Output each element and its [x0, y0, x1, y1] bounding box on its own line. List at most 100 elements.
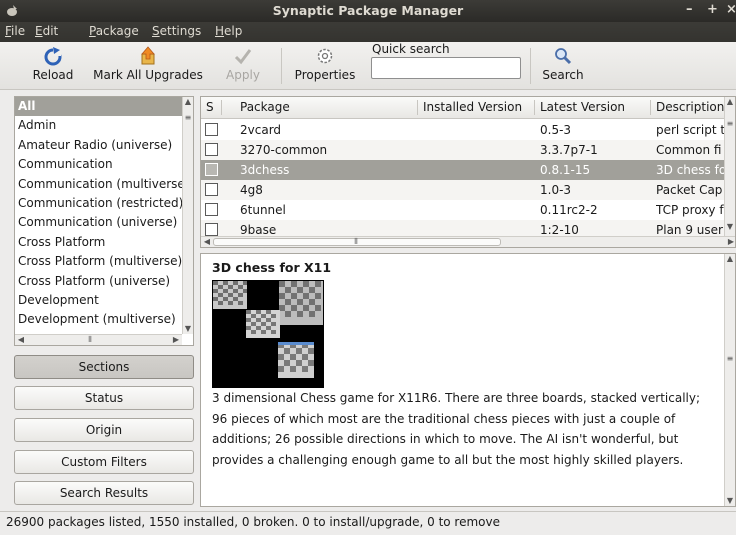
- package-row[interactable]: 2vcard 0.5-3 perl script t: [201, 120, 726, 140]
- sections-vertical-scrollbar[interactable]: ▲ ≡ ▼: [182, 97, 193, 334]
- toolbar-separator: [281, 48, 282, 84]
- column-header-description[interactable]: Description: [656, 100, 724, 114]
- column-separator: [534, 100, 535, 115]
- menu-package[interactable]: Package: [89, 24, 139, 38]
- menu-help[interactable]: Help: [215, 24, 242, 38]
- description-text: 3 dimensional Chess game for X11R6. Ther…: [212, 391, 701, 467]
- toolbar-separator: [530, 48, 531, 84]
- mark-all-upgrades-button[interactable]: Mark All Upgrades: [92, 44, 204, 88]
- upgrade-icon: [141, 46, 155, 65]
- package-description: 3D chess fo: [656, 163, 726, 177]
- scroll-down-arrow-icon[interactable]: ▼: [725, 496, 735, 506]
- scrollbar-grip-icon[interactable]: ≡: [183, 113, 193, 123]
- status-bar: 26900 packages listed, 1550 installed, 0…: [0, 511, 736, 535]
- scroll-right-arrow-icon[interactable]: ▶: [171, 335, 181, 345]
- filter-origin-button[interactable]: Origin: [14, 418, 194, 442]
- apply-button[interactable]: Apply: [222, 44, 264, 88]
- section-item[interactable]: All: [15, 97, 193, 117]
- package-checkbox[interactable]: [205, 183, 218, 196]
- column-header-installed-version[interactable]: Installed Version: [423, 100, 522, 114]
- section-item[interactable]: Communication: [15, 155, 193, 174]
- quick-search-input[interactable]: [371, 57, 521, 79]
- description-vertical-scrollbar[interactable]: ▲ ≡ ▼: [724, 254, 735, 506]
- scroll-up-arrow-icon[interactable]: ▲: [725, 97, 735, 107]
- scroll-down-arrow-icon[interactable]: ▼: [725, 222, 735, 232]
- filter-status-button[interactable]: Status: [14, 386, 194, 410]
- package-name: 3270-common: [240, 143, 328, 157]
- latest-version: 1:2-10: [540, 223, 579, 236]
- menu-bar: File Edit Package Settings Help: [0, 22, 736, 42]
- package-checkbox[interactable]: [205, 163, 218, 176]
- package-description: Packet Cap: [656, 183, 723, 197]
- menu-edit[interactable]: Edit: [35, 24, 58, 38]
- package-checkbox[interactable]: [205, 203, 218, 216]
- package-table-vertical-scrollbar[interactable]: ▲ ≡ ▼: [724, 97, 735, 236]
- gear-icon: [317, 48, 333, 64]
- search-button[interactable]: Search: [540, 44, 586, 88]
- chessboard-top: [213, 281, 247, 309]
- scroll-left-arrow-icon[interactable]: ◀: [16, 335, 26, 345]
- filter-custom-filters-button[interactable]: Custom Filters: [14, 450, 194, 474]
- column-header-latest-version[interactable]: Latest Version: [540, 100, 625, 114]
- menu-file[interactable]: File: [5, 24, 25, 38]
- package-description: TCP proxy f: [656, 203, 724, 217]
- package-name: 2vcard: [240, 123, 282, 137]
- package-row[interactable]: 3dchess 0.8.1-15 3D chess fo: [201, 160, 726, 180]
- sections-list[interactable]: All Admin Amateur Radio (universe) Commu…: [14, 96, 194, 346]
- section-item[interactable]: Cross Platform: [15, 233, 193, 252]
- package-description: Plan 9 user: [656, 223, 723, 236]
- quick-search-label: Quick search: [372, 42, 450, 56]
- latest-version: 3.3.7p7-1: [540, 143, 598, 157]
- scroll-up-arrow-icon[interactable]: ▲: [725, 254, 735, 264]
- package-table-horizontal-scrollbar[interactable]: ◀ ⦀ ▶: [201, 236, 735, 247]
- section-item[interactable]: Communication (restricted): [15, 194, 193, 213]
- filter-search-results-button[interactable]: Search Results: [14, 481, 194, 505]
- properties-button[interactable]: Properties: [293, 44, 357, 88]
- package-checkbox[interactable]: [205, 123, 218, 136]
- latest-version: 1.0-3: [540, 183, 572, 197]
- filter-sections-button[interactable]: Sections: [14, 355, 194, 379]
- section-item[interactable]: Cross Platform (multiverse): [15, 252, 193, 271]
- close-button[interactable]: ×: [726, 2, 736, 17]
- maximize-button[interactable]: +: [707, 2, 718, 17]
- scrollbar-grip-icon[interactable]: ≡: [725, 354, 735, 364]
- chessboard-bottom: [278, 342, 314, 378]
- scroll-right-arrow-icon[interactable]: ▶: [726, 237, 735, 247]
- section-item[interactable]: Amateur Radio (universe): [15, 136, 193, 155]
- minimize-button[interactable]: –: [686, 2, 693, 17]
- package-checkbox[interactable]: [205, 143, 218, 156]
- section-item[interactable]: Admin: [15, 116, 193, 135]
- package-row[interactable]: 9base 1:2-10 Plan 9 user: [201, 220, 726, 236]
- scroll-left-arrow-icon[interactable]: ◀: [202, 237, 212, 247]
- section-item[interactable]: Communication (multiverse): [15, 175, 193, 194]
- section-item[interactable]: Development: [15, 291, 193, 310]
- package-row[interactable]: 4g8 1.0-3 Packet Cap: [201, 180, 726, 200]
- package-name: 3dchess: [240, 163, 290, 177]
- package-name: 6tunnel: [240, 203, 286, 217]
- column-separator: [221, 100, 222, 115]
- latest-version: 0.11rc2-2: [540, 203, 598, 217]
- latest-version: 0.8.1-15: [540, 163, 591, 177]
- scrollbar-grip-icon[interactable]: ⦀: [351, 237, 361, 247]
- package-row[interactable]: 3270-common 3.3.7p7-1 Common fi: [201, 140, 726, 160]
- scrollbar-grip-icon[interactable]: ≡: [725, 119, 735, 129]
- menu-settings[interactable]: Settings: [152, 24, 201, 38]
- column-header-package[interactable]: Package: [240, 100, 290, 114]
- column-separator: [417, 100, 418, 115]
- package-description-pane: 3D chess for X11 3 dimensional Chess gam…: [200, 253, 736, 507]
- reload-button[interactable]: Reload: [28, 44, 78, 88]
- section-item[interactable]: Cross Platform (universe): [15, 272, 193, 291]
- package-description: Common fi: [656, 143, 722, 157]
- package-screenshot[interactable]: [212, 280, 324, 388]
- package-row[interactable]: 6tunnel 0.11rc2-2 TCP proxy f: [201, 200, 726, 220]
- section-item[interactable]: Communication (universe): [15, 213, 193, 232]
- latest-version: 0.5-3: [540, 123, 572, 137]
- scroll-down-arrow-icon[interactable]: ▼: [183, 324, 193, 334]
- package-name: 4g8: [240, 183, 263, 197]
- sections-horizontal-scrollbar[interactable]: ◀ ⦀ ▶: [15, 334, 182, 345]
- package-checkbox[interactable]: [205, 223, 218, 236]
- scrollbar-grip-icon[interactable]: ⦀: [85, 335, 95, 345]
- column-header-status[interactable]: S: [206, 100, 214, 114]
- scroll-up-arrow-icon[interactable]: ▲: [183, 97, 193, 107]
- section-item[interactable]: Development (multiverse): [15, 310, 193, 329]
